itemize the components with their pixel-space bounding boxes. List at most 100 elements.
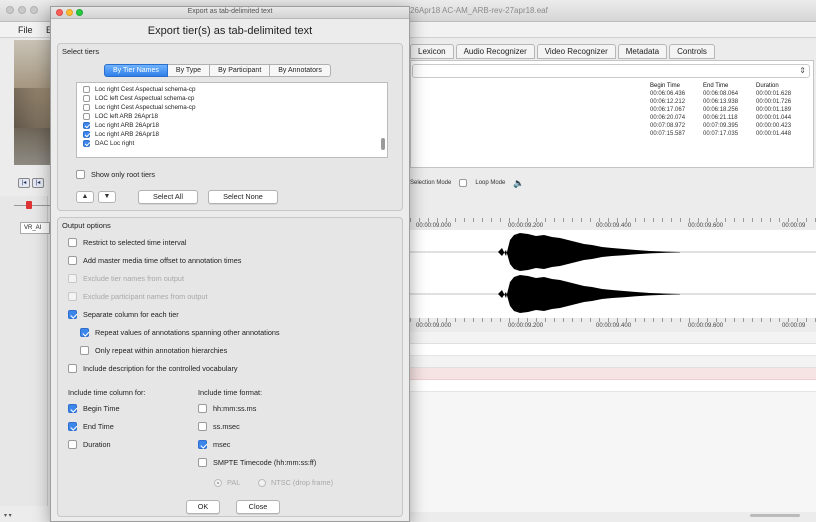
- format-msec-checkbox[interactable]: [198, 440, 207, 449]
- close-button[interactable]: Close: [236, 500, 280, 514]
- begin-time-checkbox[interactable]: [68, 404, 77, 413]
- repeat-values-option[interactable]: Repeat values of annotations spanning ot…: [80, 328, 280, 337]
- tier-list-item[interactable]: LOC left ARB 26Apr18: [83, 112, 158, 120]
- go-to-begin-button[interactable]: |◂: [18, 178, 30, 188]
- option-label: Add master media time offset to annotati…: [83, 256, 242, 265]
- format-ss-msec-checkbox[interactable]: [198, 422, 207, 431]
- selection-mode-label[interactable]: Selection Mode: [410, 180, 451, 186]
- tier-checkbox[interactable]: [83, 103, 90, 111]
- step-back-button[interactable]: |◂: [32, 178, 44, 188]
- begin-time-option[interactable]: Begin Time: [68, 404, 120, 413]
- tab-audio-recognizer[interactable]: Audio Recognizer: [455, 44, 535, 59]
- player-controls: |◂ |◂: [18, 178, 44, 188]
- tab-by-type[interactable]: By Type: [167, 64, 211, 77]
- horizontal-scrollbar[interactable]: [730, 512, 810, 518]
- only-repeat-hierarchies-checkbox[interactable]: [80, 346, 89, 355]
- tier-list-item[interactable]: Loc right Cest Aspectual schema-cp: [83, 85, 195, 93]
- tier-row[interactable]: [410, 344, 816, 356]
- tier-row[interactable]: [410, 356, 816, 368]
- tab-controls[interactable]: Controls: [669, 44, 715, 59]
- loop-mode-checkbox[interactable]: [459, 179, 468, 187]
- grid-row[interactable]: 00:06:17.067 00:06:18.256 00:00:01.189: [650, 106, 810, 114]
- tier-list-item[interactable]: Loc right ARB 26Apr18: [83, 130, 159, 138]
- tier-list[interactable]: Loc right Cest Aspectual schema-cp LOC l…: [76, 82, 388, 158]
- add-media-offset-option[interactable]: Add master media time offset to annotati…: [68, 256, 241, 265]
- grid-row[interactable]: 00:06:12.212 00:06:13.938 00:00:01.726: [650, 98, 810, 106]
- tier-list-scrollbar[interactable]: [381, 86, 385, 154]
- tier-checkbox[interactable]: [83, 112, 90, 120]
- restrict-time-interval-checkbox[interactable]: [68, 238, 77, 247]
- show-only-root-tiers-option[interactable]: Show only root tiers: [76, 170, 155, 179]
- grid-cell: 00:06:17.067: [650, 107, 686, 113]
- tier-list-item[interactable]: DAC Loc right: [83, 139, 134, 147]
- speaker-icon[interactable]: 🔈: [513, 178, 524, 189]
- select-all-button[interactable]: Select All: [138, 190, 198, 204]
- tab-lexicon[interactable]: Lexicon: [410, 44, 454, 59]
- format-hhmmss-option[interactable]: hh:mm:ss.ms: [198, 404, 256, 413]
- ruler-label: 00:00:09.000: [416, 323, 452, 329]
- tier-list-item[interactable]: Loc right Cest Aspectual schema-cp: [83, 103, 195, 111]
- show-only-root-tiers-checkbox[interactable]: [76, 170, 85, 179]
- restrict-time-interval-option[interactable]: Restrict to selected time interval: [68, 238, 186, 247]
- format-hhmmss-checkbox[interactable]: [198, 404, 207, 413]
- tier-checkbox-checked[interactable]: [83, 139, 90, 147]
- grid-row[interactable]: 00:06:20.074 00:06:21.118 00:00:01.044: [650, 114, 810, 122]
- format-msec-option[interactable]: msec: [198, 440, 230, 449]
- tab-metadata[interactable]: Metadata: [617, 44, 668, 59]
- move-up-button[interactable]: ▲: [76, 191, 94, 203]
- scrollbar-thumb[interactable]: [750, 514, 800, 517]
- tier-checkbox[interactable]: [83, 85, 90, 93]
- grid-row[interactable]: 00:07:15.587 00:07:17.035 00:00:01.448: [650, 130, 810, 138]
- tier-checkbox-checked[interactable]: [83, 130, 90, 138]
- media-mode-controls: Selection Mode Loop Mode 🔈: [410, 176, 525, 190]
- tier-list-item[interactable]: Loc right ARB 26Apr18: [83, 121, 159, 129]
- grid-header-duration: Duration: [756, 83, 779, 89]
- end-time-option[interactable]: End Time: [68, 422, 114, 431]
- separate-column-checkbox[interactable]: [68, 310, 77, 319]
- tier-label[interactable]: VR_AI: [20, 222, 50, 234]
- waveform-viewer[interactable]: [410, 230, 816, 318]
- duration-option[interactable]: Duration: [68, 440, 111, 449]
- exclude-tier-names-checkbox: [68, 274, 77, 283]
- time-columns-title: Include time column for:: [68, 388, 146, 397]
- scrollbar-thumb[interactable]: [381, 138, 385, 150]
- duration-checkbox[interactable]: [68, 440, 77, 449]
- tab-by-annotators[interactable]: By Annotators: [270, 64, 331, 77]
- tier-row[interactable]: [410, 332, 816, 344]
- exclude-participant-names-option: Exclude participant names from output: [68, 292, 208, 301]
- tier-row[interactable]: [410, 380, 816, 392]
- add-media-offset-checkbox[interactable]: [68, 256, 77, 265]
- repeat-values-checkbox[interactable]: [80, 328, 89, 337]
- tier-checkbox[interactable]: [83, 94, 90, 102]
- chevron-down-icon[interactable]: ▾ ▾: [4, 512, 12, 519]
- background-window-title: 26Apr18 AC-AM_ARB-rev-27apr18.eaf: [410, 6, 548, 15]
- select-none-button[interactable]: Select None: [208, 190, 278, 204]
- include-cv-description-checkbox[interactable]: [68, 364, 77, 373]
- move-down-button[interactable]: ▼: [98, 191, 116, 203]
- tab-video-recognizer[interactable]: Video Recognizer: [536, 44, 616, 59]
- waveform-channel-1: [498, 233, 680, 271]
- format-ss-msec-option[interactable]: ss.msec: [198, 422, 240, 431]
- tab-by-participant[interactable]: By Participant: [210, 64, 271, 77]
- format-smpte-option[interactable]: SMPTE Timecode (hh:mm:ss:ff): [198, 458, 316, 467]
- format-smpte-checkbox[interactable]: [198, 458, 207, 467]
- tier-checkbox-checked[interactable]: [83, 121, 90, 129]
- grid-row[interactable]: 00:06:06.436 00:06:08.064 00:00:01.628: [650, 90, 810, 98]
- tier-row-highlighted[interactable]: [410, 368, 816, 380]
- separate-column-option[interactable]: Separate column for each tier: [68, 310, 179, 319]
- slider-knob[interactable]: [26, 201, 32, 209]
- menu-file[interactable]: File: [18, 25, 33, 35]
- only-repeat-hierarchies-option[interactable]: Only repeat within annotation hierarchie…: [80, 346, 227, 355]
- grid-row[interactable]: 00:07:08.972 00:07:09.395 00:00:00.423: [650, 122, 810, 130]
- include-cv-description-option[interactable]: Include description for the controlled v…: [68, 364, 238, 373]
- option-label: End Time: [83, 422, 114, 431]
- tab-by-tier-names[interactable]: By Tier Names: [104, 64, 168, 77]
- end-time-checkbox[interactable]: [68, 422, 77, 431]
- ok-button[interactable]: OK: [186, 500, 220, 514]
- tier-name: DAC Loc right: [95, 139, 135, 147]
- tier-list-item[interactable]: LOC left Cest Aspectual schema-cp: [83, 94, 194, 102]
- tier-combo-box[interactable]: ⇕: [412, 64, 810, 78]
- volume-slider[interactable]: [14, 200, 50, 210]
- export-dialog: Export as tab-delimited text Export tier…: [50, 6, 410, 522]
- grid-cell: 00:00:01.726: [756, 99, 792, 105]
